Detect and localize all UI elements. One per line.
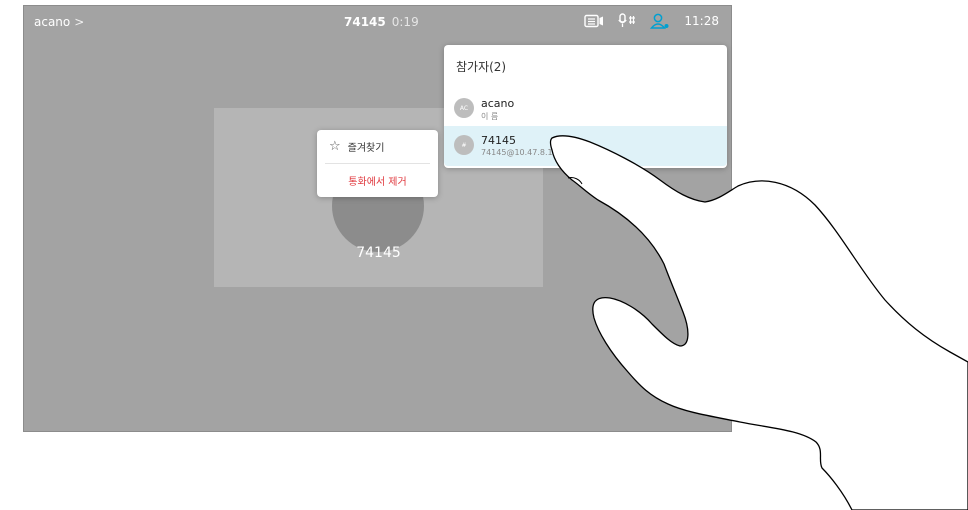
hand-pointer-illustration bbox=[549, 135, 968, 510]
